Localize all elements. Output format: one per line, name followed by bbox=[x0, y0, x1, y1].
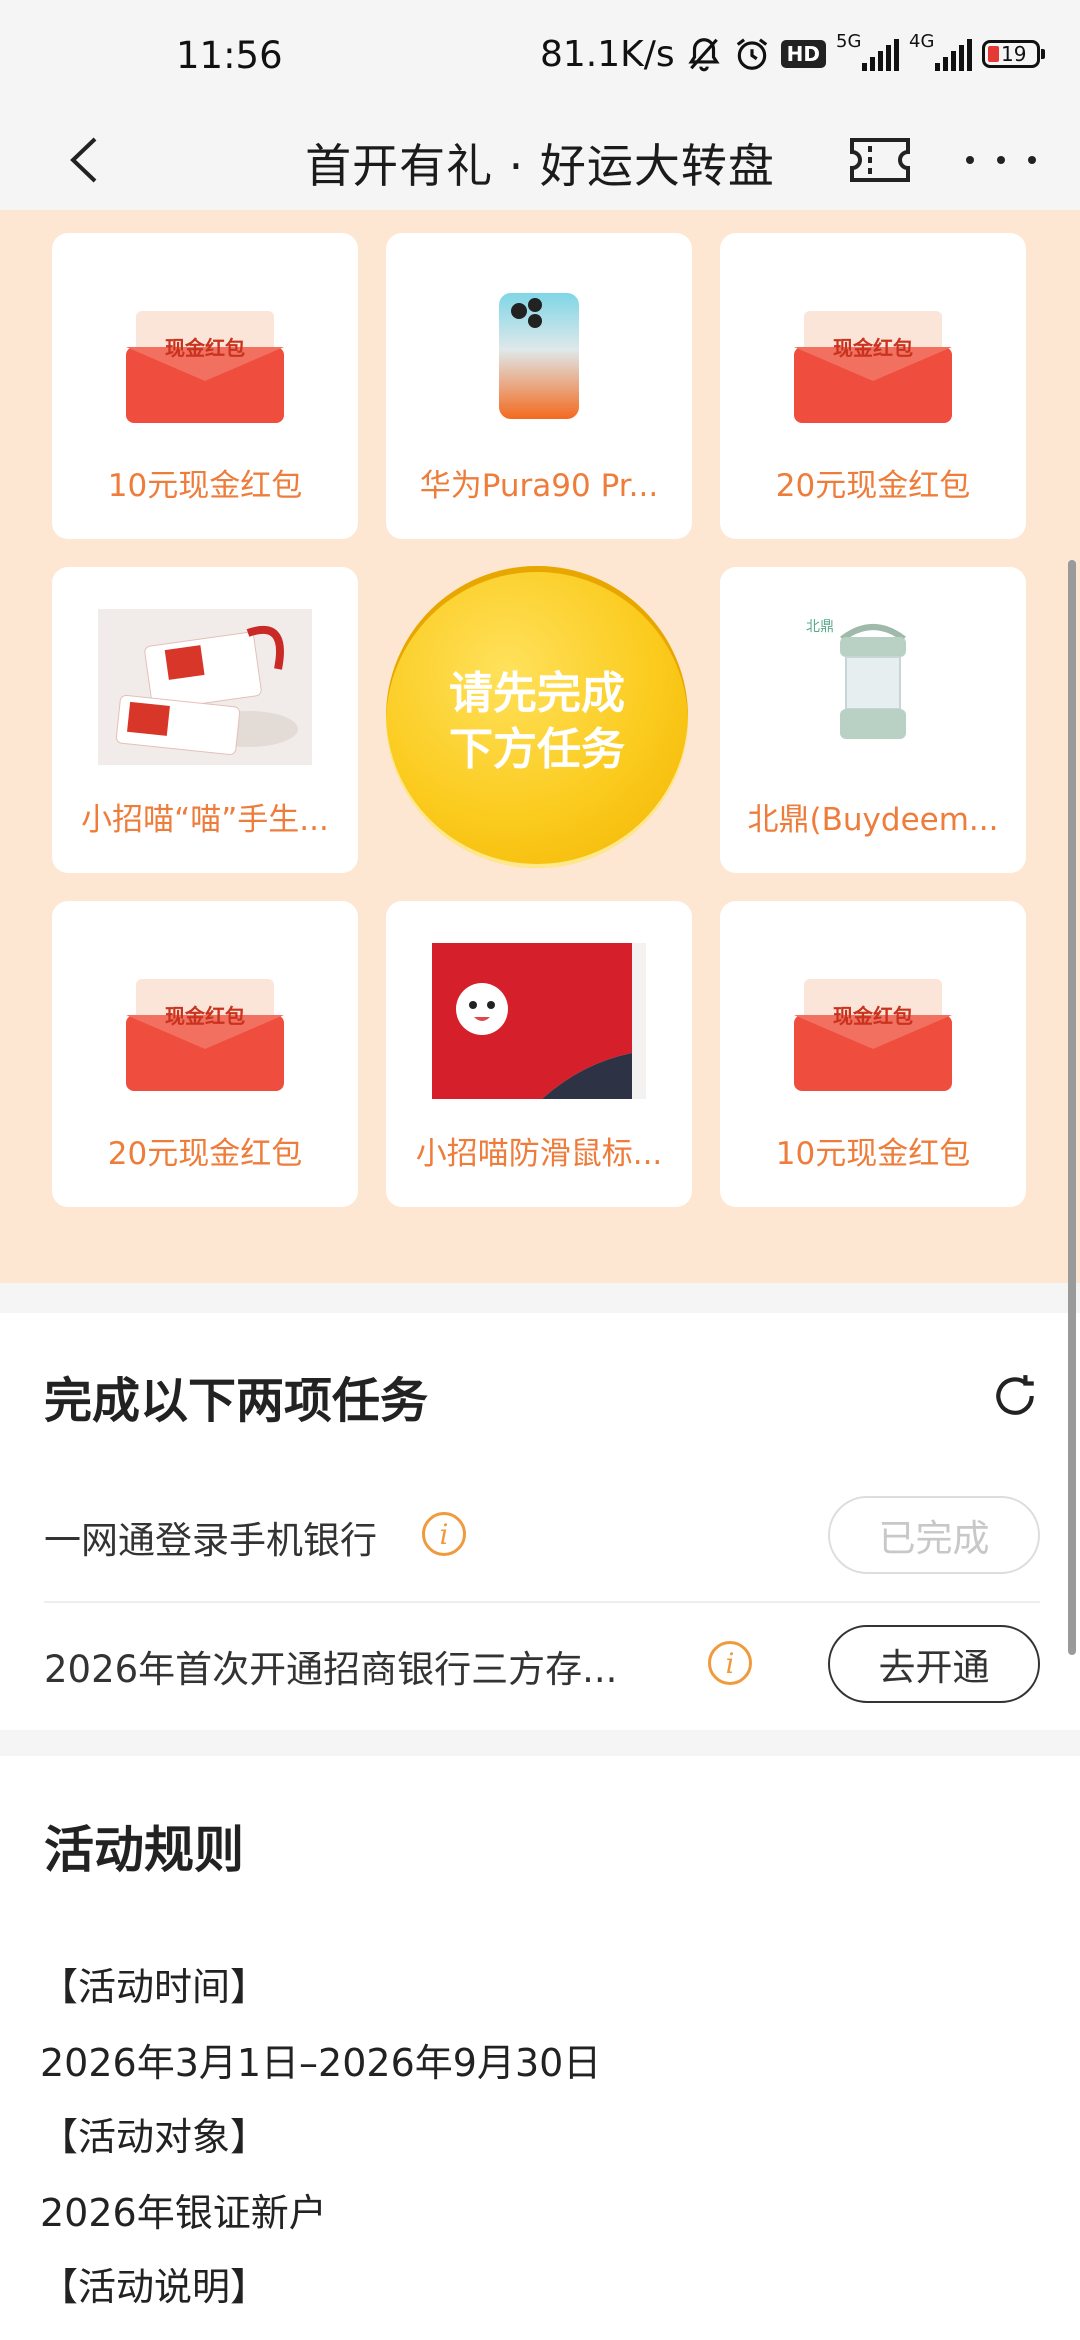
prize-label: 20元现金红包 bbox=[775, 468, 971, 504]
prize-tile-5: 北鼎 北鼎(Buydeem... bbox=[720, 567, 1026, 873]
mute-bell-icon bbox=[685, 35, 723, 73]
task-section-title: 完成以下两项任务 bbox=[44, 1373, 429, 1429]
clock: 11:56 bbox=[176, 34, 283, 77]
task-row: 一网通登录手机银行 i 已完成 bbox=[44, 1474, 1040, 1602]
prize-tile-3: 现金红包 20元现金红包 bbox=[720, 233, 1026, 539]
more-dot bbox=[1028, 156, 1036, 164]
red-envelope-icon: 现金红包 bbox=[126, 979, 284, 1091]
prize-tile-4: 小招喵“喵”手生... bbox=[52, 567, 358, 873]
info-icon[interactable]: i bbox=[422, 1512, 466, 1556]
refresh-button[interactable] bbox=[990, 1371, 1040, 1421]
section-divider bbox=[0, 1283, 1080, 1313]
prize-label: 北鼎(Buydeem... bbox=[747, 802, 999, 838]
spin-button-text: 请先完成 下方任务 bbox=[449, 668, 625, 775]
refresh-icon bbox=[996, 1375, 1034, 1415]
page-title: 首开有礼 · 好运大转盘 bbox=[305, 139, 775, 193]
prize-label: 华为Pura90 Pr... bbox=[419, 468, 659, 504]
rule-heading: 【活动说明】 bbox=[40, 2265, 269, 2309]
rules-title: 活动规则 bbox=[44, 1821, 244, 1879]
battery-icon: 19 bbox=[982, 40, 1045, 68]
brand-mark: 北鼎 bbox=[806, 619, 834, 635]
status-icons: 81.1K/s HD 5G 4G 19 bbox=[540, 30, 1045, 78]
redpack-text: 现金红包 bbox=[165, 1004, 245, 1028]
prize-label: 10元现金红包 bbox=[107, 468, 303, 504]
redpack-text: 现金红包 bbox=[833, 1004, 913, 1028]
phone-product-image bbox=[499, 293, 579, 419]
red-envelope-icon: 现金红包 bbox=[794, 311, 952, 423]
prize-tile-7: 小招喵防滑鼠标... bbox=[386, 901, 692, 1207]
prize-label: 小招喵防滑鼠标... bbox=[415, 1136, 663, 1172]
red-envelope-icon: 现金红包 bbox=[794, 979, 952, 1091]
rule-heading: 【活动对象】 bbox=[40, 2115, 269, 2159]
spin-button[interactable]: 请先完成 下方任务 bbox=[386, 566, 688, 868]
status-bar: 11:56 81.1K/s HD 5G 4G 19 bbox=[0, 0, 1080, 110]
prize-label: 20元现金红包 bbox=[107, 1136, 303, 1172]
signal-5g-icon: 5G bbox=[836, 31, 899, 71]
kettle-product-image: 北鼎 bbox=[806, 619, 906, 739]
hd-icon: HD bbox=[780, 40, 826, 68]
nav-bar: 首开有礼 · 好运大转盘 bbox=[0, 110, 1080, 210]
task-label: 一网通登录手机银行 bbox=[44, 1519, 377, 1562]
task-row: 2026年首次开通招商银行三方存... i 去开通 bbox=[44, 1603, 1040, 1731]
mousepad-product-image bbox=[432, 943, 646, 1099]
net-speed: 81.1K/s bbox=[540, 33, 675, 75]
alarm-icon bbox=[733, 35, 771, 73]
redpack-text: 现金红包 bbox=[165, 336, 245, 360]
redpack-text: 现金红包 bbox=[833, 336, 913, 360]
prize-tile-6: 现金红包 20元现金红包 bbox=[52, 901, 358, 1207]
ticket-icon bbox=[850, 138, 910, 182]
rule-heading: 【活动时间】 bbox=[40, 1965, 269, 2009]
open-account-button[interactable]: 去开通 bbox=[828, 1625, 1040, 1703]
signal-4g-icon: 4G bbox=[909, 31, 972, 71]
section-divider bbox=[0, 1730, 1080, 1756]
rules-panel: 活动规则 【活动时间】 2026年3月1日–2026年9月30日 【活动对象】 … bbox=[0, 1756, 1080, 2340]
rule-text: 2026年银证新户 bbox=[40, 2191, 327, 2235]
prize-tile-8: 现金红包 10元现金红包 bbox=[720, 901, 1026, 1207]
task-completed-button: 已完成 bbox=[828, 1496, 1040, 1574]
ticket-button[interactable] bbox=[848, 134, 912, 186]
rule-text: 2026年3月1日–2026年9月30日 bbox=[40, 2041, 602, 2085]
prize-label: 10元现金红包 bbox=[775, 1136, 971, 1172]
info-icon[interactable]: i bbox=[708, 1641, 752, 1685]
more-button[interactable] bbox=[966, 140, 1036, 180]
red-envelope-icon: 现金红包 bbox=[126, 311, 284, 423]
prize-label: 小招喵“喵”手生... bbox=[81, 802, 329, 838]
more-dot bbox=[997, 156, 1005, 164]
prize-tile-2: 华为Pura90 Pr... bbox=[386, 233, 692, 539]
task-label: 2026年首次开通招商银行三方存... bbox=[44, 1648, 618, 1691]
card-holder-product-image bbox=[98, 609, 312, 765]
more-dot bbox=[966, 156, 974, 164]
prize-tile-1: 现金红包 10元现金红包 bbox=[52, 233, 358, 539]
scrollbar[interactable] bbox=[1068, 560, 1076, 1655]
